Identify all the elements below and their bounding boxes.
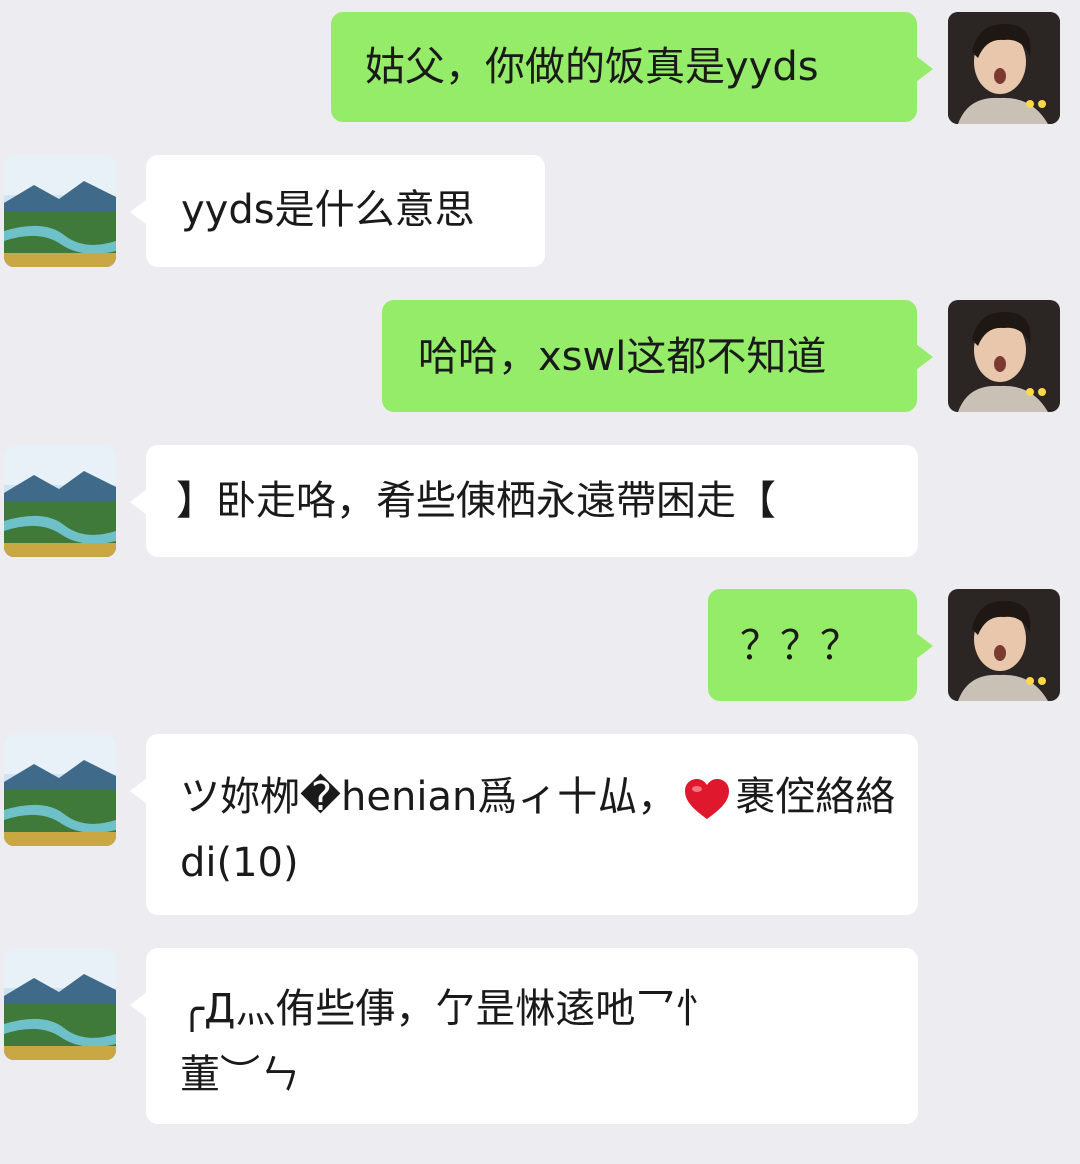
message-text: ？？？ [740, 623, 860, 669]
message-text: 董︶ㄣ [180, 1052, 300, 1098]
message-bubble-me[interactable]: ？？？ [708, 589, 933, 701]
my-avatar[interactable] [948, 589, 1060, 701]
message-bubble-contact[interactable]: ツ妳栁�henian爲ィ十厸， 裹倥絡絡 di(10) [130, 734, 918, 915]
boy-portrait-avatar-icon [948, 12, 1060, 124]
heart-icon [685, 779, 730, 819]
message-text: 】卧走咯，肴些倲栖永遠帶困走【 [176, 478, 776, 524]
landscape-river-avatar-icon [4, 445, 116, 557]
chat-window: 姑父，你做的饭真是yyds yyds是什么意思 哈哈，xswl这都不知道 】卧走… [0, 0, 1080, 1164]
message-text-line: ツ妳栁�henian爲ィ十厸， 裹倥絡絡 [180, 764, 918, 830]
boy-portrait-avatar-icon [948, 589, 1060, 701]
message-bubble-contact[interactable]: ╭Д灬侑些倳，亇昰惏逺吔乛忄 董︶ㄣ [130, 948, 918, 1124]
message-bubble-me[interactable]: 姑父，你做的饭真是yyds [331, 12, 933, 122]
my-avatar[interactable] [948, 12, 1060, 124]
message-bubble-contact[interactable]: yyds是什么意思 [130, 155, 545, 267]
message-text: ツ妳栁�henian爲ィ十厸， [180, 774, 678, 820]
message-text: yyds是什么意思 [181, 187, 475, 233]
contact-avatar[interactable] [4, 948, 116, 1060]
boy-portrait-avatar-icon [948, 300, 1060, 412]
landscape-river-avatar-icon [4, 734, 116, 846]
message-text: ╭Д灬侑些倳，亇昰惏逺吔乛忄 [180, 986, 716, 1032]
message-text: 哈哈，xswl这都不知道 [418, 334, 827, 380]
message-bubble-me[interactable]: 哈哈，xswl这都不知道 [382, 300, 933, 412]
message-text: 姑父，你做的饭真是yyds [365, 44, 819, 90]
message-text: di(10) [180, 840, 299, 886]
my-avatar[interactable] [948, 300, 1060, 412]
contact-avatar[interactable] [4, 734, 116, 846]
message-text: 裹倥絡絡 [735, 774, 896, 820]
landscape-river-avatar-icon [4, 948, 116, 1060]
contact-avatar[interactable] [4, 445, 116, 557]
contact-avatar[interactable] [4, 155, 116, 267]
landscape-river-avatar-icon [4, 155, 116, 267]
message-bubble-contact[interactable]: 】卧走咯，肴些倲栖永遠帶困走【 [130, 445, 918, 557]
